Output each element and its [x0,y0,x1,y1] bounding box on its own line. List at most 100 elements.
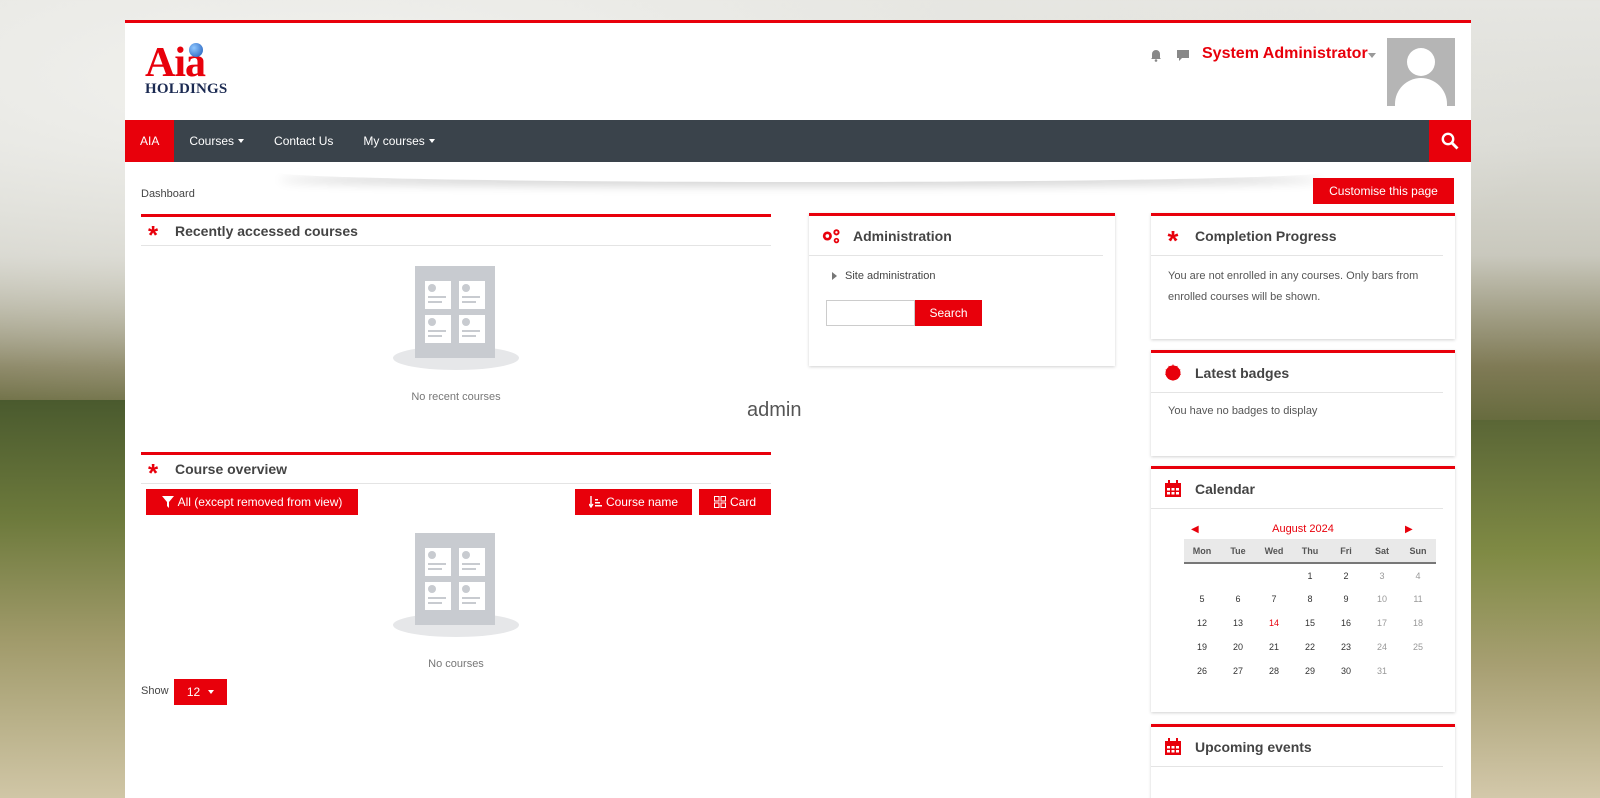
nav-item-label: Contact Us [274,134,334,148]
sort-label: Course name [605,495,679,509]
user-menu-name[interactable]: System Administrator [1202,45,1368,63]
calendar-day[interactable]: 4 [1400,563,1436,587]
completion-progress-block: * Completion Progress You are not enroll… [1151,213,1455,339]
bell-icon[interactable] [1150,49,1162,65]
block-header: Upcoming events [1151,727,1443,767]
calendar-day-header: Tue [1220,539,1256,564]
calendar-day[interactable]: 13 [1220,611,1256,635]
block-header: Latest badges [1151,353,1443,393]
recent-courses-block: * Recently accessed courses No recent co… [141,214,771,414]
globe-icon [189,43,203,57]
badge-icon [1163,363,1183,383]
block-header: Administration [809,216,1103,256]
chevron-down-icon [208,690,215,694]
calendar-day[interactable]: 22 [1292,635,1328,659]
sort-dropdown-button[interactable]: Course name [575,489,692,515]
nav-item-courses[interactable]: Courses [174,120,259,162]
block-title: Course overview [175,461,288,477]
calendar-day[interactable]: 18 [1400,611,1436,635]
main-navbar: AIA Courses Contact Us My courses [125,120,1471,162]
calendar-day[interactable]: 20 [1220,635,1256,659]
calendar-day[interactable]: 31 [1364,659,1400,683]
asterisk-icon: * [1167,224,1179,256]
admin-search-input[interactable] [826,300,915,326]
calendar-day-header: Mon [1184,539,1220,564]
navbar-shadow [275,162,1325,182]
calendar-empty-cell [1400,659,1436,683]
calendar-day[interactable]: 25 [1400,635,1436,659]
upcoming-events-block: Upcoming events [1151,724,1455,798]
search-icon [1441,132,1459,150]
filter-icon [161,496,174,508]
calendar-day[interactable]: 14 [1256,611,1292,635]
calendar-day[interactable]: 7 [1256,587,1292,611]
calendar-next-button[interactable]: ▶ [1405,524,1413,535]
view-label: Card [729,495,756,509]
view-dropdown-button[interactable]: Card [699,489,771,515]
calendar-day-header: Sat [1364,539,1400,564]
calendar-day[interactable]: 29 [1292,659,1328,683]
page-size-value: 12 [186,685,201,699]
calendar-day[interactable]: 27 [1220,659,1256,683]
admin-search-button[interactable]: Search [915,300,982,326]
calendar-empty-cell [1184,563,1220,587]
customise-page-button[interactable]: Customise this page [1313,178,1454,204]
calendar-day[interactable]: 8 [1292,587,1328,611]
site-header: Aia HOLDINGS System Administrator [125,23,1471,120]
calendar-day[interactable]: 10 [1364,587,1400,611]
filter-dropdown-button[interactable]: All (except removed from view) [146,489,358,515]
block-title: Completion Progress [1195,227,1337,244]
calendar-day[interactable]: 12 [1184,611,1220,635]
block-header: * Course overview [141,455,771,488]
logo-subtitle: HOLDINGS [145,81,228,97]
calendar-day[interactable]: 2 [1328,563,1364,587]
calendar-day[interactable]: 17 [1364,611,1400,635]
grid-icon [713,496,726,508]
nav-item-label: My courses [363,134,425,148]
calendar-day-header: Fri [1328,539,1364,564]
page-size-dropdown[interactable]: 12 [174,679,227,705]
calendar-day[interactable]: 1 [1292,563,1328,587]
calendar-day[interactable]: 15 [1292,611,1328,635]
block-title: Recently accessed courses [175,223,358,239]
avatar[interactable] [1387,38,1455,106]
calendar-day[interactable]: 23 [1328,635,1364,659]
breadcrumb[interactable]: Dashboard [141,188,195,200]
site-administration-item[interactable]: Site administration [832,270,936,282]
calendar-day[interactable]: 11 [1400,587,1436,611]
nav-search-button[interactable] [1429,120,1471,162]
nav-item-label: AIA [140,134,160,148]
calendar-block: Calendar ◀ August 2024 ▶ Mon Tue Wed Thu Fri… [1151,466,1455,712]
calendar-day[interactable]: 30 [1328,659,1364,683]
calendar-day[interactable]: 16 [1328,611,1364,635]
empty-message: No courses [428,658,484,670]
calendar-day[interactable]: 5 [1184,587,1220,611]
calendar-day[interactable]: 28 [1256,659,1292,683]
site-logo[interactable]: Aia HOLDINGS [145,41,245,101]
block-title: Latest badges [1195,364,1290,381]
empty-courses-illustration [393,266,519,376]
empty-courses-illustration [393,533,519,643]
chevron-down-icon [428,139,435,143]
nav-item-label: Courses [189,134,235,148]
block-header: Calendar [1151,469,1443,509]
chevron-down-icon[interactable] [1368,53,1376,58]
nav-item-my-courses[interactable]: My courses [348,120,449,162]
gears-icon [821,226,841,246]
calendar-day[interactable]: 26 [1184,659,1220,683]
calendar-day[interactable]: 3 [1364,563,1400,587]
center-label: admin [747,399,802,421]
administration-block: Administration Site administration Searc… [809,213,1115,366]
calendar-day-header: Wed [1256,539,1292,564]
nav-item-contact[interactable]: Contact Us [259,120,348,162]
calendar-day[interactable]: 6 [1220,587,1256,611]
latest-badges-block: Latest badges You have no badges to disp… [1151,350,1455,456]
block-header: * Completion Progress [1151,216,1443,256]
nav-item-home[interactable]: AIA [125,120,175,162]
chat-icon[interactable] [1176,49,1190,65]
calendar-day[interactable]: 9 [1328,587,1364,611]
calendar-day[interactable]: 19 [1184,635,1220,659]
calendar-day[interactable]: 21 [1256,635,1292,659]
background-grass-left [0,400,130,798]
calendar-day[interactable]: 24 [1364,635,1400,659]
